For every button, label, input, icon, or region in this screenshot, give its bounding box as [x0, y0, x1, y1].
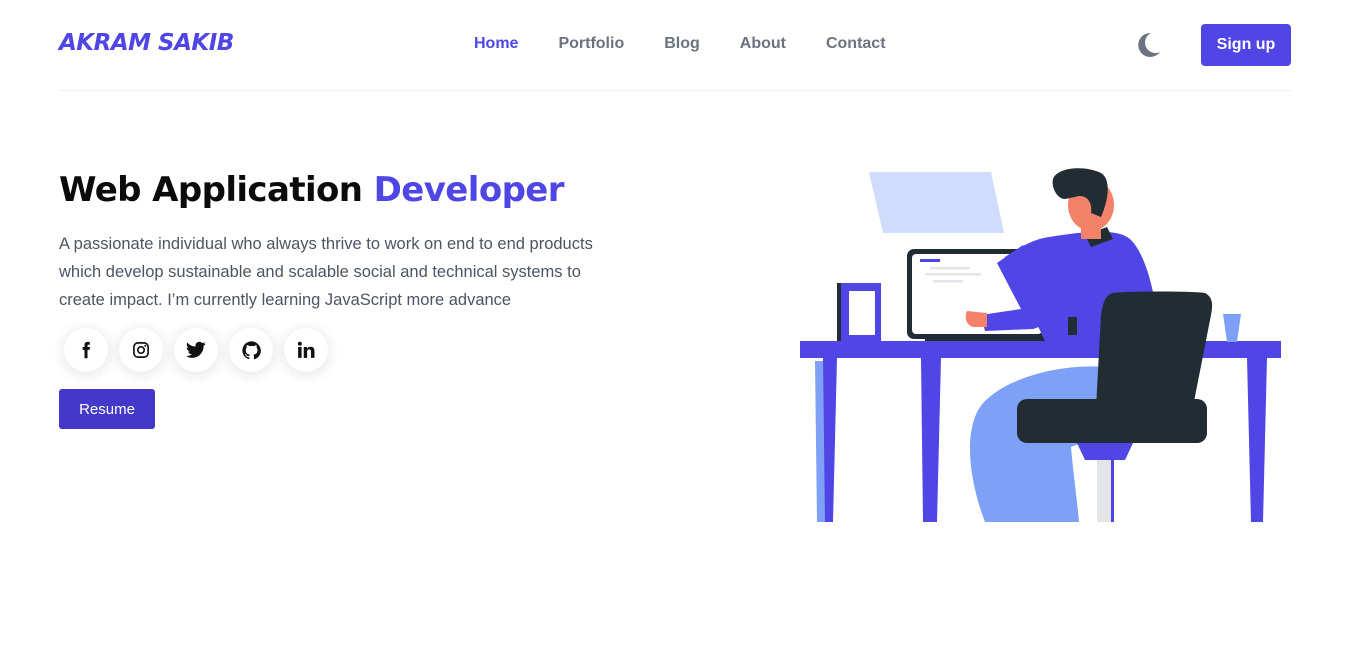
- resume-button[interactable]: Resume: [59, 389, 155, 429]
- linkedin-link[interactable]: [284, 328, 328, 372]
- nav-item-contact[interactable]: Contact: [826, 35, 886, 53]
- nav-item-blog[interactable]: Blog: [664, 35, 700, 53]
- moon-icon[interactable]: [1136, 31, 1162, 59]
- hero-description: A passionate individual who always thriv…: [59, 235, 593, 309]
- instagram-icon: [133, 342, 149, 358]
- navbar: AKRAM SAKIB Home Portfolio Blog About Co…: [59, 0, 1291, 91]
- nav-item-portfolio[interactable]: Portfolio: [558, 35, 624, 53]
- twitter-icon: [186, 341, 206, 358]
- nav-item-about[interactable]: About: [740, 35, 786, 53]
- signup-button[interactable]: Sign up: [1201, 24, 1291, 66]
- nav-item-home[interactable]: Home: [474, 35, 518, 53]
- hero-title-accent: Developer: [373, 170, 565, 210]
- developer-at-desk-illustration: [795, 165, 1285, 525]
- facebook-icon: [82, 341, 90, 359]
- github-icon: [241, 340, 261, 359]
- hero-title: Web Application Developer: [59, 170, 565, 210]
- hero-title-main: Web Application: [59, 170, 363, 210]
- linkedin-icon: [297, 341, 315, 358]
- instagram-link[interactable]: [119, 328, 163, 372]
- logo[interactable]: AKRAM SAKIB: [59, 30, 234, 56]
- facebook-link[interactable]: [64, 328, 108, 372]
- social-links: [64, 328, 339, 372]
- github-link[interactable]: [229, 328, 273, 372]
- twitter-link[interactable]: [174, 328, 218, 372]
- nav-links: Home Portfolio Blog About Contact: [474, 35, 926, 53]
